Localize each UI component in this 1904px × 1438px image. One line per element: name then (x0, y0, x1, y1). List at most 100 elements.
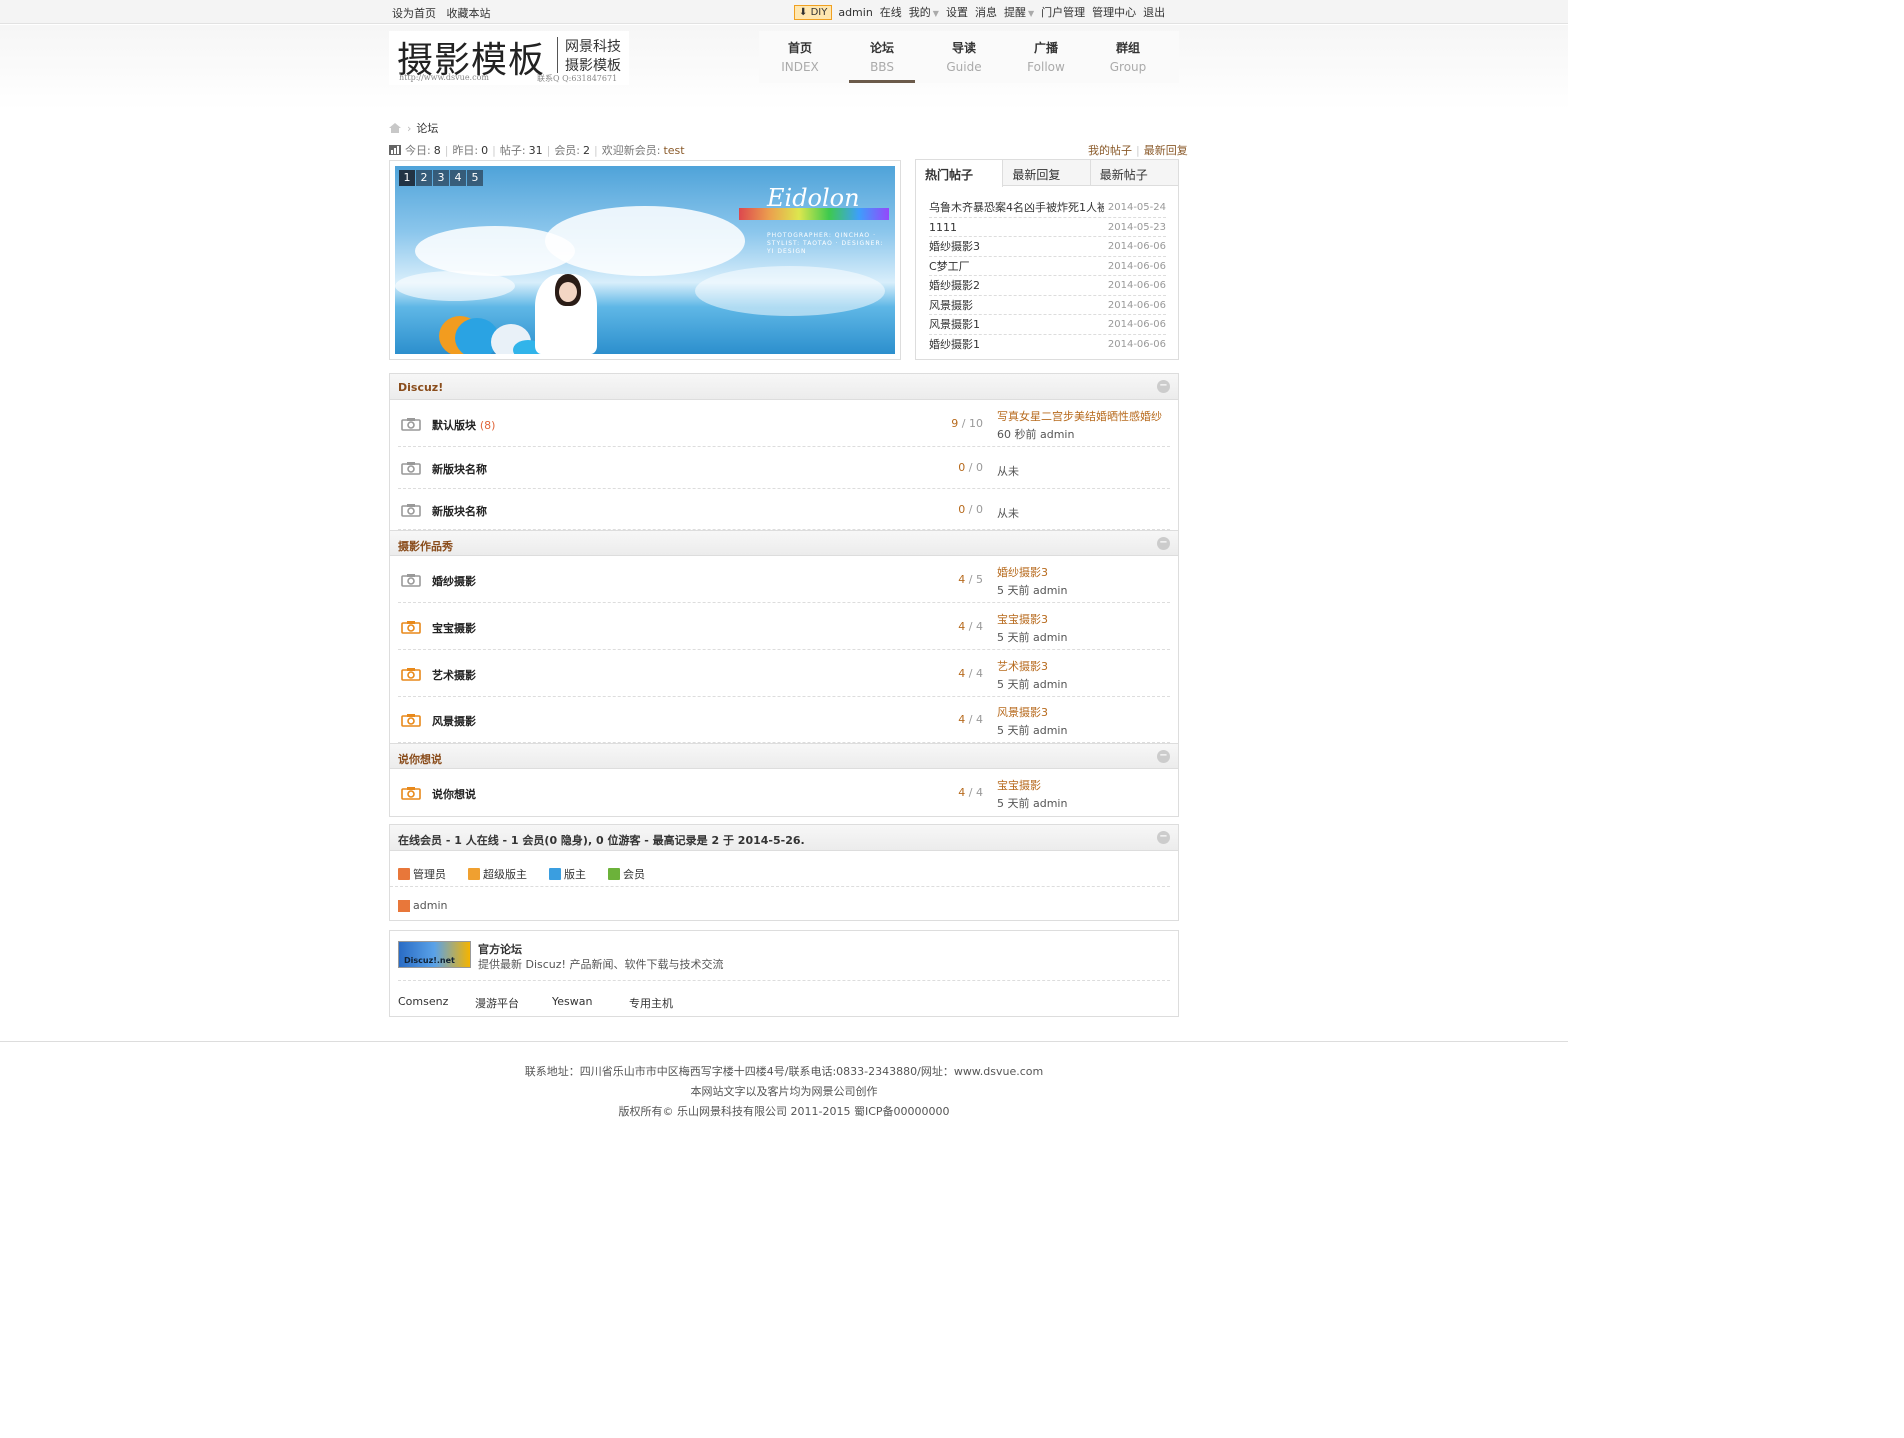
friend-link[interactable]: Comsenz (398, 995, 475, 1011)
list-item[interactable]: 婚纱摄影3 2014-06-06 (929, 237, 1166, 257)
category-title[interactable]: 说你想说 (398, 753, 442, 766)
slide-page-3[interactable]: 3 (433, 170, 449, 186)
forum-name-text[interactable]: 默认版块 (432, 419, 476, 432)
messages-link[interactable]: 消息 (975, 4, 997, 20)
nav-item-follow[interactable]: 广播 Follow (1005, 31, 1087, 83)
collapse-icon[interactable]: − (1157, 537, 1170, 550)
latest-replies-link[interactable]: 最新回复 (1144, 144, 1188, 157)
list-item[interactable]: C梦工厂 2014-06-06 (929, 257, 1166, 276)
forum-name-text[interactable]: 新版块名称 (432, 463, 487, 476)
camera-icon[interactable] (401, 573, 421, 587)
admin-center-link[interactable]: 管理中心 (1092, 4, 1136, 20)
bookmark-link[interactable]: 收藏本站 (447, 7, 491, 20)
top-bar: 设为首页 收藏本站 ⬇ DIY admin 在线 我的 ▼ 设置 消息 提醒 ▼ 门… (0, 0, 1568, 24)
list-item[interactable]: 风景摄影1 2014-06-06 (929, 315, 1166, 335)
friend-link[interactable]: Yeswan (552, 995, 629, 1011)
featured-link-title[interactable]: 官方论坛 (478, 941, 522, 957)
camera-icon[interactable] (401, 713, 421, 727)
slide-page-2[interactable]: 2 (416, 170, 432, 186)
slide-page-4[interactable]: 4 (450, 170, 466, 186)
settings-link[interactable]: 设置 (946, 4, 968, 20)
nav-item-bbs[interactable]: 论坛 BBS (841, 31, 923, 83)
forum-name[interactable]: 新版块名称 (432, 461, 487, 477)
post-title[interactable]: 风景摄影1 (929, 315, 1104, 334)
forum-name[interactable]: 默认版块 (8) (432, 417, 495, 433)
forum-name[interactable]: 婚纱摄影 (432, 573, 476, 589)
post-title[interactable]: C梦工厂 (929, 257, 1104, 276)
nav-label: 导读 (951, 41, 976, 55)
diy-button[interactable]: ⬇ DIY (794, 4, 833, 20)
last-post-title[interactable]: 写真女星二宫步美结婚晒性感婚纱 ... (997, 408, 1162, 424)
tab-latest-posts[interactable]: 最新帖子 (1091, 160, 1178, 185)
reminders-menu[interactable]: 提醒 ▼ (1004, 4, 1034, 20)
list-item[interactable]: 风景摄影 2014-06-06 (929, 296, 1166, 315)
list-item[interactable]: 婚纱摄影1 2014-06-06 (929, 335, 1166, 355)
portal-admin-link[interactable]: 门户管理 (1041, 4, 1085, 20)
online-header[interactable]: 在线会员 - 1 人在线 - 1 会员(0 隐身), 0 位游客 - 最高记录是… (390, 825, 1178, 851)
post-title[interactable]: 婚纱摄影1 (929, 335, 1104, 355)
post-title[interactable]: 乌鲁木齐暴恐案4名凶手被炸死1人被抓 (929, 198, 1104, 217)
set-homepage-link[interactable]: 设为首页 (392, 7, 436, 20)
category-title[interactable]: Discuz! (398, 381, 443, 394)
list-item[interactable]: 1111 2014-05-23 (929, 218, 1166, 237)
collapse-icon[interactable]: − (1157, 380, 1170, 393)
forum-name-text[interactable]: 艺术摄影 (432, 669, 476, 682)
forum-name-text[interactable]: 新版块名称 (432, 505, 487, 518)
list-item[interactable]: 乌鲁木齐暴恐案4名凶手被炸死1人被抓 2014-05-24 (929, 198, 1166, 218)
tab-hot-posts[interactable]: 热门帖子 (916, 160, 1004, 187)
chart-icon (389, 145, 401, 155)
camera-icon[interactable] (401, 786, 421, 800)
online-link[interactable]: 在线 (880, 4, 902, 20)
camera-icon[interactable] (401, 667, 421, 681)
last-post-title[interactable]: 艺术摄影3 (997, 658, 1162, 674)
discuz-logo[interactable]: Discuz!.net (398, 941, 471, 968)
post-date: 2014-06-06 (1107, 260, 1166, 272)
forum-name[interactable]: 新版块名称 (432, 503, 487, 519)
post-title[interactable]: 婚纱摄影3 (929, 237, 1104, 256)
forum-name-text[interactable]: 宝宝摄影 (432, 622, 476, 635)
collapse-icon[interactable]: − (1157, 750, 1170, 763)
forum-name[interactable]: 宝宝摄影 (432, 620, 476, 636)
forum-name[interactable]: 风景摄影 (432, 713, 476, 729)
post-title[interactable]: 1111 (929, 218, 1104, 237)
last-post-title[interactable]: 风景摄影3 (997, 704, 1162, 720)
list-item[interactable]: 婚纱摄影2 2014-06-06 (929, 276, 1166, 296)
friend-link[interactable]: 专用主机 (629, 995, 706, 1011)
post-title[interactable]: 婚纱摄影2 (929, 276, 1104, 295)
camera-icon[interactable] (401, 503, 421, 517)
last-post-title[interactable]: 宝宝摄影3 (997, 611, 1162, 627)
post-title[interactable]: 风景摄影 (929, 296, 1104, 315)
logout-link[interactable]: 退出 (1143, 4, 1165, 20)
last-post-title[interactable]: 婚纱摄影3 (997, 564, 1162, 580)
category-header[interactable]: 摄影作品秀 − (390, 530, 1178, 556)
tab-latest-replies[interactable]: 最新回复 (1003, 160, 1091, 185)
username-link[interactable]: admin (838, 6, 872, 19)
my-menu[interactable]: 我的 ▼ (909, 4, 939, 20)
nav-item-index[interactable]: 首页 INDEX (759, 31, 841, 83)
forum-name[interactable]: 艺术摄影 (432, 667, 476, 683)
newest-member-link[interactable]: test (663, 144, 684, 157)
forum-name[interactable]: 说你想说 (432, 786, 476, 802)
forum-name-text[interactable]: 说你想说 (432, 788, 476, 801)
friend-link[interactable]: 漫游平台 (475, 995, 552, 1011)
nav-item-group[interactable]: 群组 Group (1087, 31, 1169, 83)
my-posts-link[interactable]: 我的帖子 (1088, 144, 1132, 157)
home-icon[interactable] (389, 123, 401, 133)
nav-item-guide[interactable]: 导读 Guide (923, 31, 1005, 83)
category-header[interactable]: Discuz! − (390, 374, 1178, 400)
forum-name-text[interactable]: 风景摄影 (432, 715, 476, 728)
last-post-title[interactable]: 宝宝摄影 (997, 777, 1162, 793)
collapse-icon[interactable]: − (1157, 831, 1170, 844)
camera-icon[interactable] (401, 620, 421, 634)
site-logo[interactable]: 摄影模板 网景科技 摄影模板 http://www.dsvue.com 联系Q … (389, 31, 629, 85)
online-username[interactable]: admin (413, 899, 447, 912)
camera-icon[interactable] (401, 461, 421, 475)
forum-name-text[interactable]: 婚纱摄影 (432, 575, 476, 588)
online-user[interactable]: admin (390, 887, 1178, 912)
camera-icon[interactable] (401, 417, 421, 431)
slide-image[interactable]: 1 2 3 4 5 Eidolon PHOTOGRAPHER: QINCHAO … (395, 166, 895, 354)
category-header[interactable]: 说你想说 − (390, 743, 1178, 769)
slide-page-5[interactable]: 5 (467, 170, 483, 186)
category-title[interactable]: 摄影作品秀 (398, 540, 453, 553)
slide-page-1[interactable]: 1 (399, 170, 415, 186)
